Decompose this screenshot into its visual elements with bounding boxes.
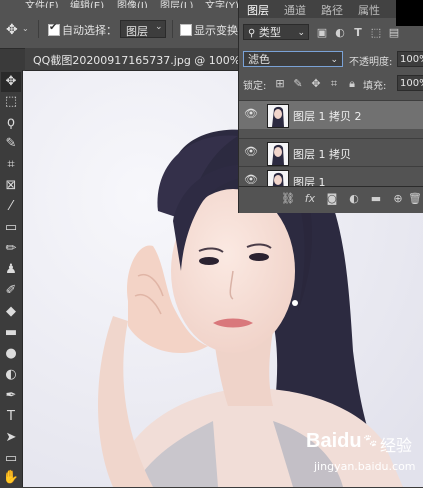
- auto-select-checkbox[interactable]: [48, 22, 60, 36]
- watermark-brand: Baidu: [306, 430, 362, 452]
- watermark-url: jingyan.baidu.com: [314, 460, 416, 473]
- auto-select-target-value: 图层: [126, 25, 148, 38]
- new-layer-icon[interactable]: ⊕: [391, 192, 405, 206]
- tab-properties[interactable]: 属性: [358, 2, 380, 18]
- paw-icon: 🐾︎: [362, 434, 379, 449]
- type-tool-icon[interactable]: T: [1, 407, 21, 427]
- tab-paths[interactable]: 路径: [321, 2, 343, 18]
- type-filter-icon[interactable]: T: [351, 26, 365, 40]
- layer-thumbnail: [267, 142, 289, 166]
- toolbox: ✥ ⬚ ϙ ✎ ⌗ ⊠ ⁄ ▭ ✏ ♟ ✐ ◆ ▬ ● ◐ ✒ T ➤ ▭ ✋: [0, 70, 23, 487]
- clone-stamp-tool-icon[interactable]: ♟: [1, 260, 21, 280]
- document-tab[interactable]: QQ截图20200917165737.jpg @ 100% (图层: [25, 48, 270, 71]
- shape-filter-icon[interactable]: ⬚: [369, 26, 383, 40]
- chevron-down-icon: ⌄: [297, 28, 305, 38]
- history-brush-tool-icon[interactable]: ✐: [1, 281, 21, 301]
- menu-file[interactable]: 文件(F): [25, 0, 59, 8]
- filter-kind-value: 类型: [258, 26, 281, 39]
- layer-thumbnail: [267, 170, 289, 187]
- blur-tool-icon[interactable]: ●: [1, 344, 21, 364]
- frame-tool-icon[interactable]: ⊠: [1, 176, 21, 196]
- path-select-tool-icon[interactable]: ➤: [1, 428, 21, 448]
- layer-row[interactable]: 👁︎ 图层 1 拷贝 2: [239, 100, 423, 129]
- lock-label: 锁定:: [243, 81, 267, 92]
- move-tool-icon[interactable]: ✥: [6, 22, 18, 38]
- mask-icon[interactable]: ◙: [325, 192, 339, 206]
- move-tool-icon[interactable]: ✥: [1, 72, 21, 92]
- baidu-watermark: Baidu 🐾︎ 经验 jingyan.baidu.com: [300, 428, 420, 484]
- options-divider: [172, 20, 173, 38]
- layer-thumbnail: [267, 104, 289, 128]
- brush-tool-icon[interactable]: ✏: [1, 239, 21, 259]
- visibility-eye-icon[interactable]: 👁︎: [244, 107, 258, 121]
- filter-kind-select[interactable]: ⚲ 类型 ⌄: [243, 24, 309, 40]
- visibility-eye-icon[interactable]: 👁︎: [244, 173, 258, 187]
- quick-select-tool-icon[interactable]: ✎: [1, 134, 21, 154]
- lock-artboard-icon[interactable]: ⌗: [327, 77, 341, 91]
- layer-name: 图层 1 拷贝 2: [293, 110, 362, 123]
- hand-tool-icon[interactable]: ✋: [1, 468, 21, 488]
- pen-tool-icon[interactable]: ✒: [1, 386, 21, 406]
- dodge-tool-icon[interactable]: ◐: [1, 365, 21, 385]
- crop-tool-icon[interactable]: ⌗: [1, 155, 21, 175]
- panel-collapse-area: [396, 0, 423, 26]
- layer-name: 图层 1 拷贝: [293, 148, 351, 161]
- opacity-value: 100%: [400, 54, 423, 65]
- rectangle-tool-icon[interactable]: ▭: [1, 449, 21, 469]
- layers-footer: ⛓ fx ◙ ◐ ▬ ⊕ 🗑︎: [239, 186, 423, 213]
- opacity-label: 不透明度:: [349, 57, 393, 68]
- fill-input[interactable]: 100%: [397, 75, 423, 91]
- adjustment-icon[interactable]: ◐: [347, 192, 361, 206]
- smart-object-filter-icon[interactable]: ▤: [387, 26, 401, 40]
- tool-preset-chevron-icon[interactable]: ⌄: [22, 24, 29, 33]
- eraser-tool-icon[interactable]: ◆: [1, 302, 21, 322]
- trash-icon[interactable]: 🗑︎: [408, 192, 422, 206]
- gradient-tool-icon[interactable]: ▬: [1, 323, 21, 343]
- tab-layers[interactable]: 图层: [247, 2, 269, 18]
- document-tab-title: QQ截图20200917165737.jpg @ 100% (图层: [33, 54, 271, 67]
- tab-channels[interactable]: 通道: [284, 2, 306, 18]
- link-icon[interactable]: ⛓: [281, 192, 295, 206]
- fx-icon[interactable]: fx: [303, 192, 317, 206]
- menu-edit[interactable]: 编辑(E): [70, 0, 104, 8]
- menu-image[interactable]: 图像(I): [117, 0, 148, 8]
- layer-row[interactable]: 👁︎ 图层 1: [239, 166, 423, 187]
- lock-image-icon[interactable]: ✎: [291, 77, 305, 91]
- opacity-input[interactable]: 100%: [397, 51, 423, 67]
- spot-heal-tool-icon[interactable]: ▭: [1, 218, 21, 238]
- blend-mode-value: 滤色: [248, 53, 270, 66]
- fill-value: 100%: [400, 78, 423, 89]
- layer-row[interactable]: 👁︎ 图层 1 拷贝: [239, 138, 423, 167]
- adjustment-filter-icon[interactable]: ◐: [333, 26, 347, 40]
- blend-mode-select[interactable]: 滤色 ⌄: [243, 51, 343, 67]
- chevron-down-icon: ⌄: [330, 55, 338, 65]
- lock-transparent-icon[interactable]: ⊞: [273, 77, 287, 91]
- lock-all-icon[interactable]: 🔒︎: [345, 77, 359, 91]
- visibility-eye-icon[interactable]: 👁︎: [244, 145, 258, 159]
- layers-panel: 图层 通道 路径 属性 ⚲ 类型 ⌄ ▣ ◐ T ⬚ ▤ 滤色 ⌄ 不透明度: …: [238, 0, 423, 213]
- lock-row: 锁定: ⊞ ✎ ✥ ⌗ 🔒︎ 填充: 100%: [239, 74, 423, 94]
- blend-row: 滤色 ⌄ 不透明度: 100%: [239, 48, 423, 70]
- show-transform-checkbox[interactable]: [180, 24, 192, 36]
- eyedropper-tool-icon[interactable]: ⁄: [1, 197, 21, 217]
- auto-select-target-select[interactable]: 图层 ⌄: [120, 20, 166, 38]
- lock-position-icon[interactable]: ✥: [309, 77, 323, 91]
- options-divider: [38, 20, 39, 38]
- fill-label: 填充:: [363, 81, 387, 92]
- lasso-tool-icon[interactable]: ϙ: [1, 113, 21, 133]
- search-icon: ⚲: [248, 28, 256, 39]
- chevron-down-icon: ⌄: [155, 22, 163, 32]
- watermark-product: 经验: [380, 436, 413, 455]
- pixel-filter-icon[interactable]: ▣: [315, 26, 329, 40]
- marquee-tool-icon[interactable]: ⬚: [1, 92, 21, 112]
- menu-layer[interactable]: 图层(L): [160, 0, 193, 8]
- auto-select-label: 自动选择：: [62, 24, 117, 37]
- menu-type[interactable]: 文字(Y): [205, 0, 239, 8]
- group-folder-icon[interactable]: ▬: [369, 192, 383, 206]
